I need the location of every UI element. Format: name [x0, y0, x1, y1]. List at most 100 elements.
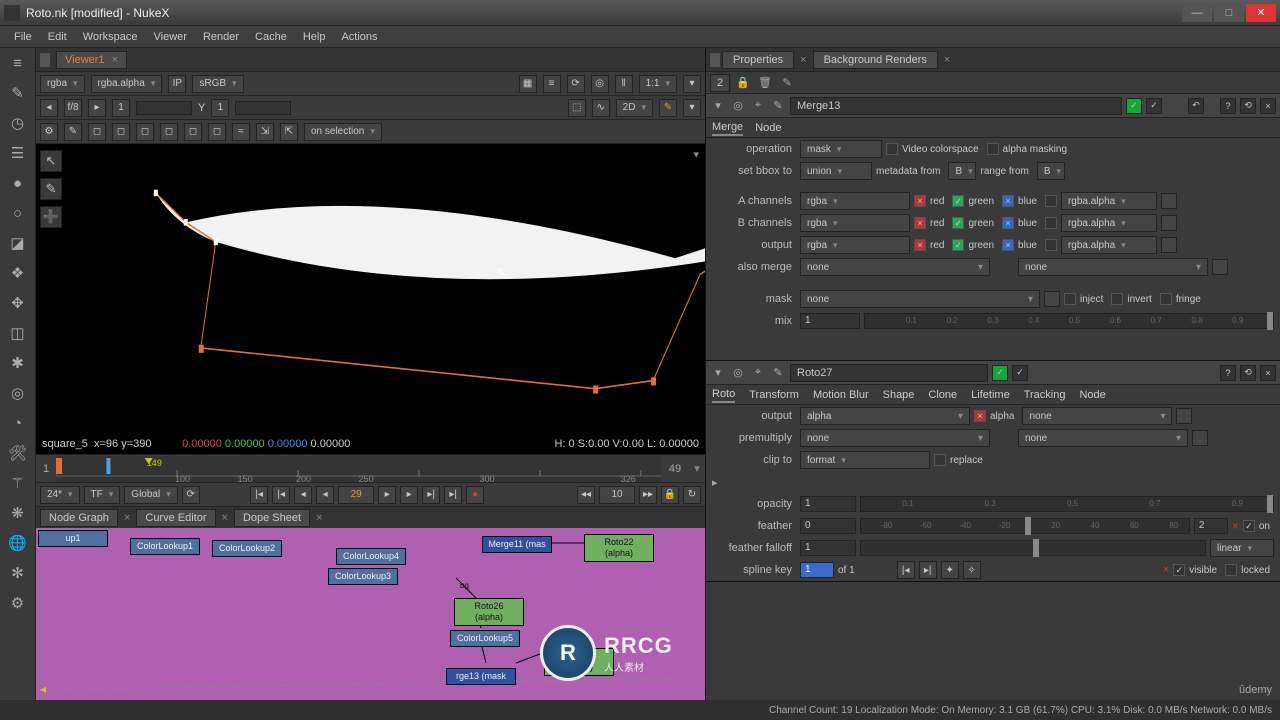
- key-first-icon[interactable]: |◂: [897, 561, 915, 579]
- t8-icon[interactable]: ⇲: [256, 123, 274, 141]
- gamma-slider[interactable]: [235, 101, 291, 115]
- gear-small-icon[interactable]: ⚙: [40, 123, 58, 141]
- alsomerge-dropdown[interactable]: none: [800, 258, 990, 276]
- pencil-icon[interactable]: ✎: [659, 99, 677, 117]
- timeline-menu-icon[interactable]: ▾: [689, 462, 705, 475]
- skip-fwd-icon[interactable]: ▸▸: [639, 486, 657, 504]
- feather-remove-icon[interactable]: ×: [1232, 519, 1239, 533]
- feather-slider[interactable]: -80-60-40-2020406080: [860, 518, 1190, 534]
- bch-green-cb[interactable]: ✓: [952, 217, 964, 229]
- premult2-dropdown[interactable]: none: [1018, 429, 1188, 447]
- tf-dropdown[interactable]: TF: [84, 486, 121, 504]
- key-remove-icon[interactable]: ✧: [963, 561, 981, 579]
- color-icon[interactable]: ◪: [7, 232, 29, 254]
- amask-checkbox[interactable]: [987, 143, 999, 155]
- node-name-field[interactable]: Merge13: [790, 97, 1122, 115]
- pane-handle[interactable]: [40, 53, 50, 67]
- viewer-target-icon[interactable]: ◎: [591, 75, 609, 93]
- panel-count[interactable]: 2: [710, 74, 730, 92]
- circle-icon[interactable]: ●: [7, 172, 29, 194]
- expand-icon[interactable]: ▸: [712, 476, 722, 489]
- close-ng-icon[interactable]: ×: [120, 512, 134, 524]
- bch-blue-cb[interactable]: ×: [1002, 217, 1014, 229]
- find-icon[interactable]: ⌖: [750, 98, 766, 114]
- ip-button[interactable]: IP: [168, 75, 186, 93]
- node-roto26[interactable]: Roto26(alpha): [454, 598, 524, 626]
- t3-icon[interactable]: ◻: [136, 123, 154, 141]
- viewer-menu2-icon[interactable]: ▾: [683, 99, 701, 117]
- close-panel-icon[interactable]: ×: [1260, 98, 1276, 114]
- minimize-button[interactable]: —: [1182, 4, 1212, 22]
- undo-icon[interactable]: ↶: [1188, 98, 1204, 114]
- node-merge13[interactable]: rge13 (mask: [446, 668, 516, 685]
- lines-icon[interactable]: ☰: [7, 142, 29, 164]
- add-point-icon[interactable]: ➕: [40, 206, 62, 228]
- mask-dropdown[interactable]: none: [800, 290, 1040, 308]
- next-key-icon[interactable]: ▸|: [422, 486, 440, 504]
- viewer-canvas[interactable]: ↖ ✎ ➕ ↖ square_5 x=96 y=390 0.00000 0.00…: [36, 144, 705, 454]
- center-icon[interactable]: ◎: [730, 98, 746, 114]
- node-colorlookup1[interactable]: ColorLookup1: [130, 538, 200, 555]
- sync-icon[interactable]: ⟳: [182, 486, 200, 504]
- tab-shape[interactable]: Shape: [883, 388, 915, 402]
- fps-dropdown[interactable]: 24*: [40, 486, 80, 504]
- step-back-icon[interactable]: ◂: [294, 486, 312, 504]
- routput-dropdown[interactable]: alpha: [800, 407, 970, 425]
- menu-edit[interactable]: Edit: [40, 29, 75, 45]
- ach-green-cb[interactable]: ✓: [952, 195, 964, 207]
- fstop-field[interactable]: f/8: [64, 99, 82, 117]
- menu-actions[interactable]: Actions: [333, 29, 385, 45]
- step-fwd-icon[interactable]: ▸: [400, 486, 418, 504]
- tab-rnode[interactable]: Node: [1079, 388, 1105, 402]
- metadata-dropdown[interactable]: B: [948, 162, 976, 180]
- fringe-cb[interactable]: [1160, 293, 1172, 305]
- node-colorlookup4[interactable]: ColorLookup4: [336, 548, 406, 565]
- marquee-icon[interactable]: ⬚: [568, 99, 586, 117]
- current-frame[interactable]: 29: [338, 486, 374, 504]
- center2-icon[interactable]: ◎: [730, 365, 746, 381]
- bch-alpha-dropdown[interactable]: rgba.alpha: [1061, 214, 1157, 232]
- channel1-dropdown[interactable]: rgba: [40, 75, 85, 93]
- on-cb[interactable]: ✓: [1243, 520, 1255, 532]
- first-frame-icon[interactable]: |◂: [250, 486, 268, 504]
- opacity-slider[interactable]: 0.10.30.50.70.9: [860, 496, 1274, 512]
- key-add-icon[interactable]: ✦: [941, 561, 959, 579]
- viewer-dropdown-icon[interactable]: ▾: [693, 148, 699, 161]
- tab-clone[interactable]: Clone: [928, 388, 957, 402]
- tab-motionblur[interactable]: Motion Blur: [813, 388, 869, 402]
- premult-dropdown[interactable]: none: [800, 429, 990, 447]
- play-back-icon[interactable]: ◂: [316, 486, 334, 504]
- sparkle-icon[interactable]: ✱: [7, 352, 29, 374]
- timeline-start[interactable]: 1: [36, 463, 56, 475]
- bchannels-dropdown[interactable]: rgba: [800, 214, 910, 232]
- roto-name-field[interactable]: Roto27: [790, 364, 988, 382]
- collapse-icon[interactable]: ▾: [710, 98, 726, 114]
- viewer-list-icon[interactable]: ≡: [543, 75, 561, 93]
- falloff-field[interactable]: 1: [800, 540, 856, 556]
- bch-red-cb[interactable]: ×: [914, 217, 926, 229]
- node-colorlookup5[interactable]: ColorLookup5: [450, 630, 520, 647]
- ach-menu-icon[interactable]: [1161, 193, 1177, 209]
- record-icon[interactable]: ●: [466, 486, 484, 504]
- rclose-icon[interactable]: ×: [1260, 365, 1276, 381]
- revert-icon[interactable]: ⟲: [1240, 98, 1256, 114]
- operation-dropdown[interactable]: mask: [800, 140, 882, 158]
- rhelp-icon[interactable]: ?: [1220, 365, 1236, 381]
- fstop-n[interactable]: 1: [112, 99, 130, 117]
- donut-icon[interactable]: ◎: [7, 382, 29, 404]
- tab-close-icon[interactable]: ×: [112, 54, 118, 66]
- channel2-dropdown[interactable]: rgba.alpha: [91, 75, 163, 93]
- wand-small-icon[interactable]: ✎: [770, 98, 786, 114]
- tab-lifetime[interactable]: Lifetime: [971, 388, 1010, 402]
- maximize-button[interactable]: □: [1214, 4, 1244, 22]
- cube-icon[interactable]: ◫: [7, 322, 29, 344]
- help-icon[interactable]: ?: [1220, 98, 1236, 114]
- exposure-slider[interactable]: [136, 101, 192, 115]
- mask-btn-icon[interactable]: [1044, 291, 1060, 307]
- menu-workspace[interactable]: Workspace: [75, 29, 146, 45]
- ach-alpha-dropdown[interactable]: rgba.alpha: [1061, 192, 1157, 210]
- selection-mode-dropdown[interactable]: on selection: [304, 123, 382, 141]
- skip-frames[interactable]: 10: [599, 486, 635, 504]
- viewer-grid-icon[interactable]: ▦: [519, 75, 537, 93]
- play-icon[interactable]: ▸: [378, 486, 396, 504]
